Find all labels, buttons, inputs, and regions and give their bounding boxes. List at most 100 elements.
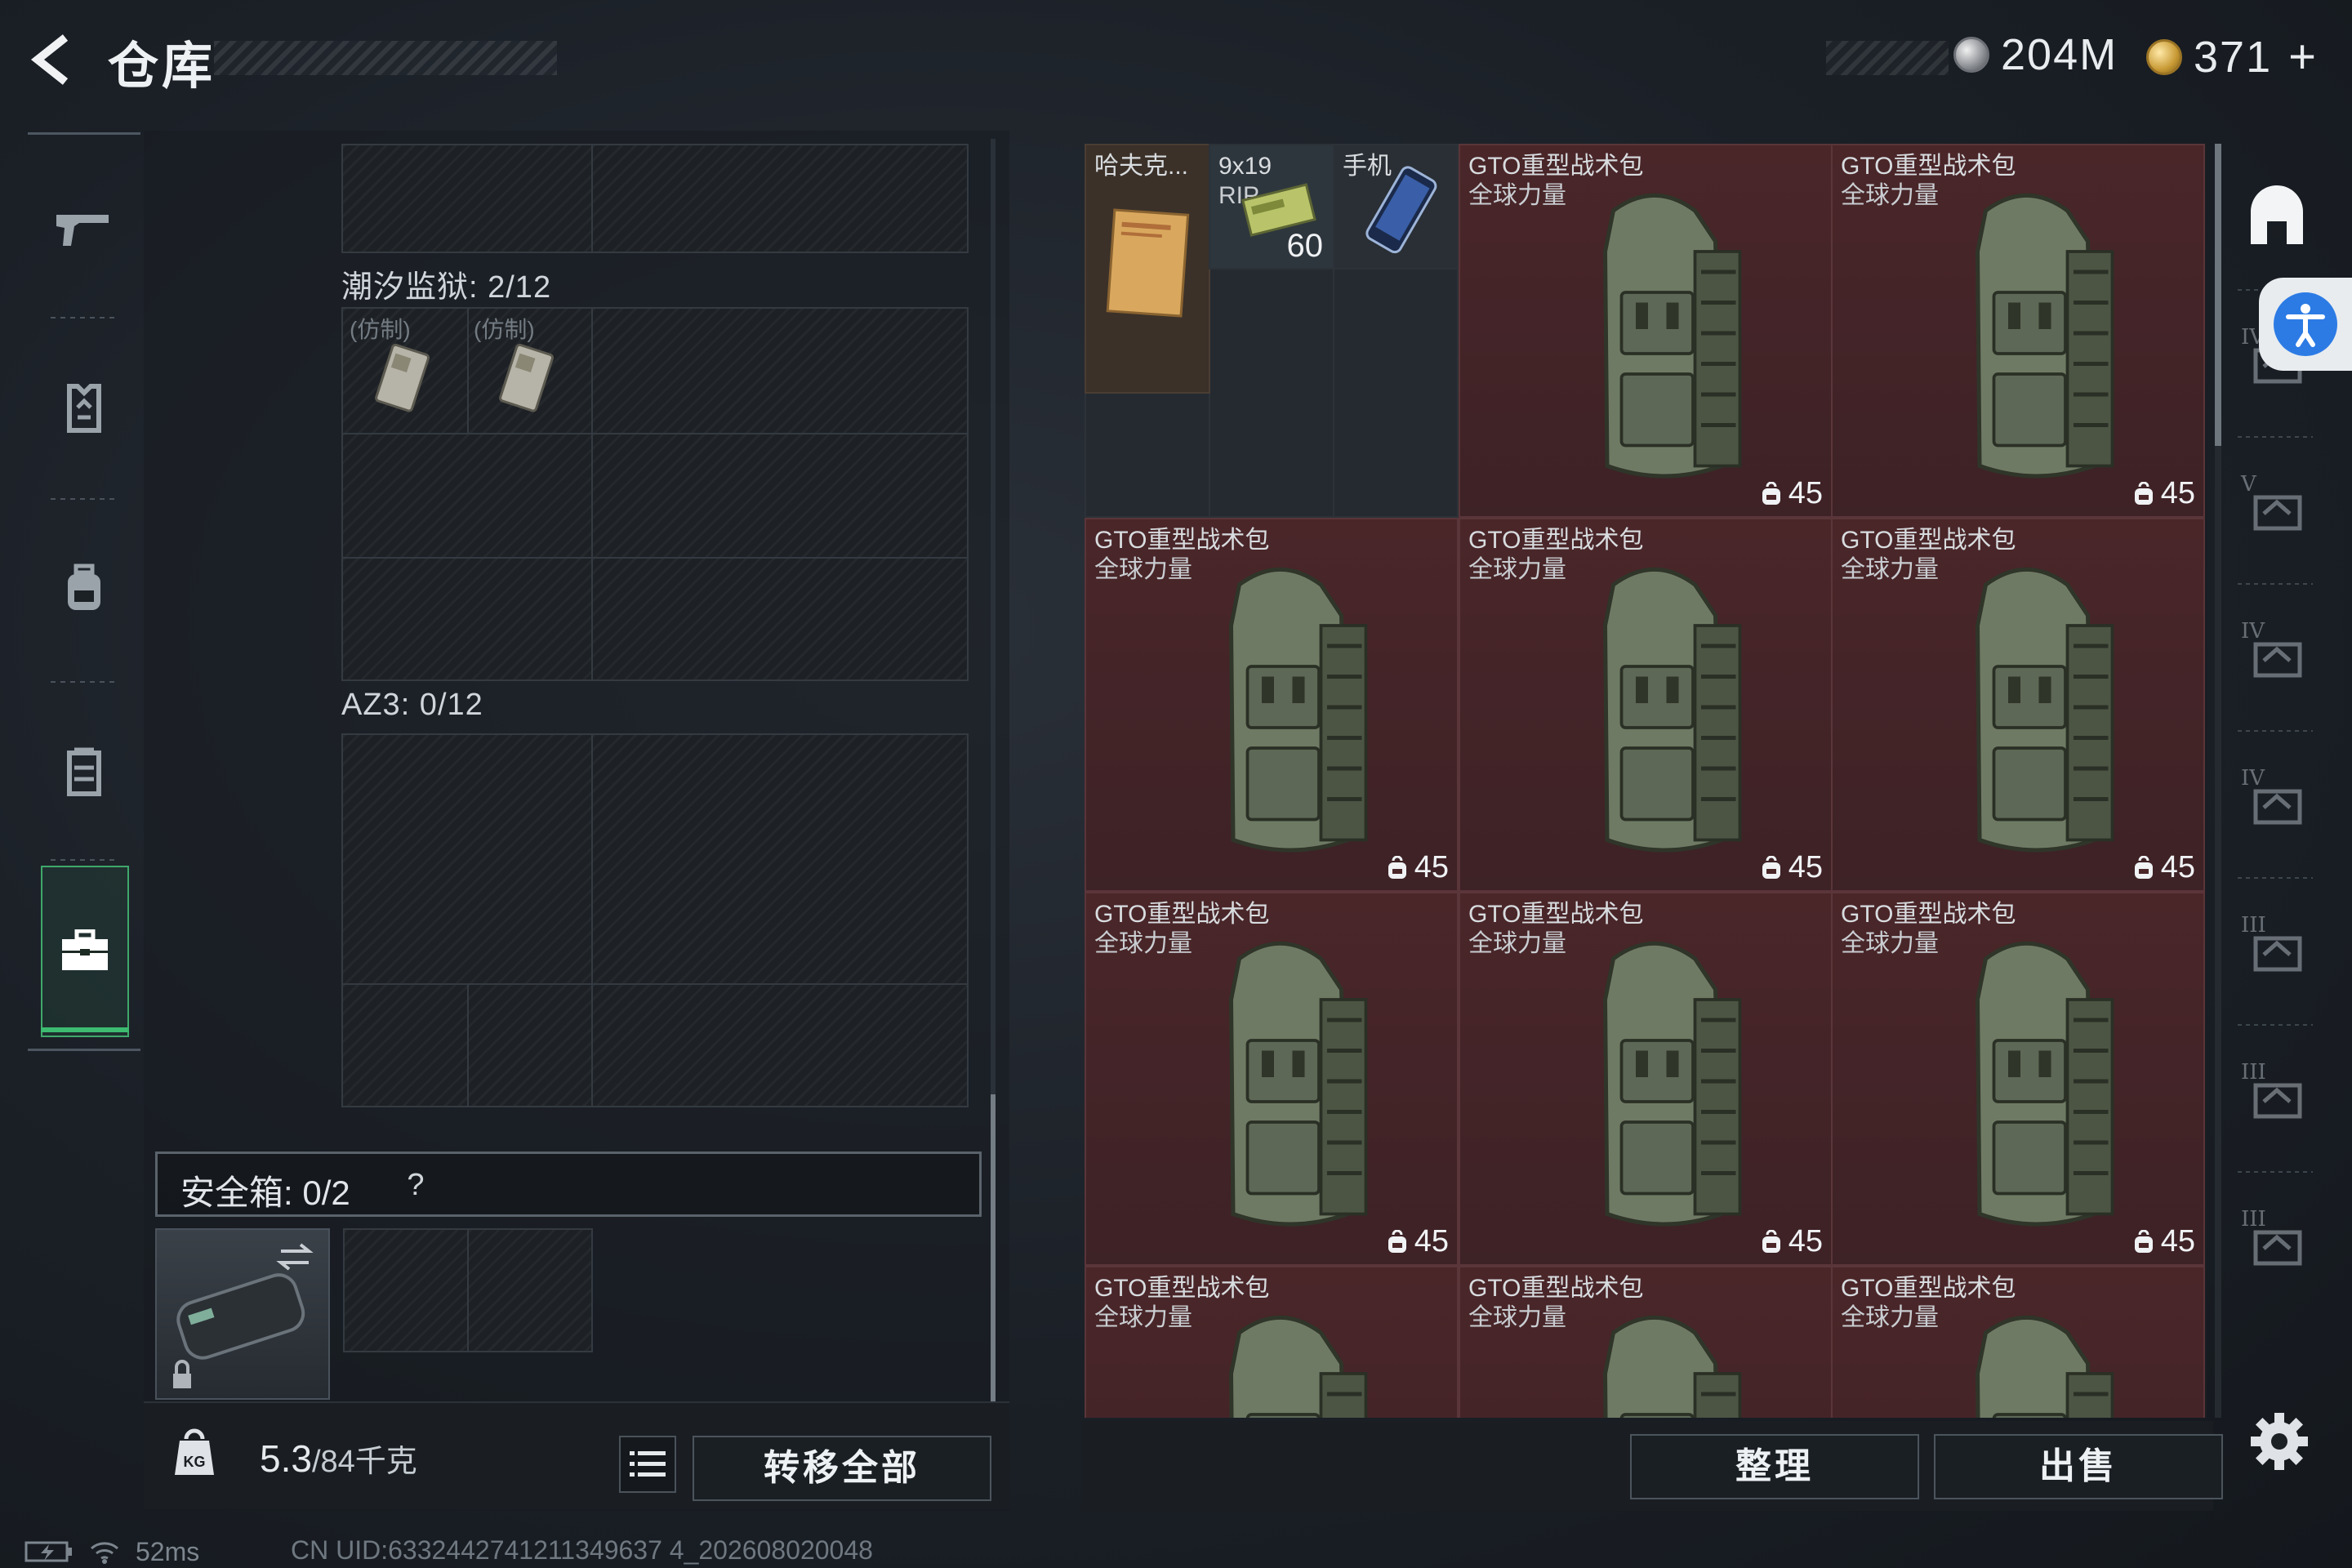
settings-button[interactable] (2243, 1405, 2316, 1478)
backpack-icon (1975, 1315, 2114, 1418)
phone-icon (1365, 166, 1437, 254)
weight-icon: KG (172, 1428, 217, 1482)
nav-item-backpack[interactable] (41, 506, 127, 670)
item-capacity: 45 (1761, 1224, 1823, 1259)
filter-tier-label: III (2241, 1060, 2266, 1085)
sell-button[interactable]: 出售 (1934, 1434, 2223, 1499)
stash-item-backpack[interactable]: GTO重型战术包 全球力量 (1831, 1266, 2205, 1418)
accessibility-button[interactable] (2259, 278, 2352, 371)
stash-item-backpack[interactable]: GTO重型战术包 全球力量 45 (1459, 518, 1833, 892)
inventory-item-replica[interactable]: (仿制) (469, 310, 591, 433)
capacity-value: 45 (2160, 1224, 2195, 1258)
filter-separator (2238, 1024, 2313, 1026)
back-button[interactable] (24, 31, 82, 88)
stash-item-backpack[interactable]: GTO重型战术包 全球力量 45 (1831, 144, 2205, 518)
vest-icon (67, 384, 101, 433)
backpack-icon (1602, 567, 1742, 853)
filter-vest-iii[interactable]: III (2241, 890, 2313, 1013)
backpack-icon (1975, 567, 2114, 853)
nav-item-rig[interactable] (41, 690, 127, 853)
safe-case-item[interactable] (155, 1228, 330, 1400)
container-label-az3: AZ3: 0/12 (341, 688, 483, 722)
weight-value: 5.3/84千克 (260, 1436, 417, 1481)
weight-current: 5.3 (260, 1437, 312, 1480)
filter-rig-iv[interactable]: IV (2241, 596, 2313, 719)
filter-vest-iii-b[interactable]: III (2241, 1037, 2313, 1160)
secure-case-icon (173, 1243, 314, 1388)
filter-tier-label: III (2241, 913, 2266, 938)
filter-separator (2238, 730, 2313, 732)
stash-item-backpack[interactable]: GTO重型战术包 全球力量 45 (1459, 892, 1833, 1266)
safe-box-help-button[interactable]: ? (394, 1164, 437, 1206)
empty-slot[interactable] (1209, 268, 1334, 518)
backpack-icon (1602, 941, 1742, 1227)
weight-bar: KG 5.3/84千克 转移全部 (144, 1401, 1009, 1509)
stash-actions: 整理 出售 (1081, 1421, 2223, 1511)
backpack-capacity-icon (1762, 481, 1780, 505)
accessibility-icon (2274, 292, 2337, 356)
backpack-icon (1228, 1315, 1368, 1418)
stash-item-ammo[interactable]: 9x19 RIP 60 (1209, 144, 1334, 270)
stash-item-backpack[interactable]: GTO重型战术包 全球力量 45 (1831, 892, 2205, 1266)
inventory-item-replica[interactable]: (仿制) (345, 310, 467, 433)
sort-button[interactable]: 整理 (1630, 1434, 1919, 1499)
stash-item-backpack[interactable]: GTO重型战术包 全球力量 45 (1085, 892, 1459, 1266)
briefcase-icon (62, 929, 108, 970)
backpack-capacity-icon (2134, 855, 2153, 879)
item-label: (仿制) (350, 317, 411, 342)
nav-separator (51, 317, 118, 318)
filter-separator (2238, 877, 2313, 879)
stash-item-backpack[interactable]: GTO重型战术包 全球力量 (1085, 1266, 1459, 1418)
nav-top-border (28, 132, 140, 135)
nav-bottom-border (28, 1049, 140, 1051)
filter-rig-iv-b[interactable]: IV (2241, 743, 2313, 866)
filter-vest-iii-c[interactable]: III (2241, 1184, 2313, 1307)
transfer-all-button[interactable]: 转移全部 (693, 1436, 991, 1501)
item-capacity: 45 (1761, 476, 1823, 511)
filter-home-storage[interactable] (2241, 155, 2313, 278)
stash-item-backpack[interactable]: GTO重型战术包 全球力量 45 (1459, 144, 1833, 518)
item-quantity: 60 (1286, 228, 1324, 264)
backpack-capacity-icon (1388, 1229, 1406, 1253)
stash-item-backpack[interactable]: GTO重型战术包 全球力量 45 (1831, 518, 2205, 892)
backpack-icon (1975, 193, 2114, 479)
empty-slot[interactable] (1085, 392, 1210, 518)
currency-gold: 371 + (2146, 29, 2318, 84)
item-capacity: 45 (2133, 476, 2195, 511)
title-decoration (214, 41, 557, 75)
gold-amount: 371 (2194, 32, 2273, 82)
stash-scrollbar-thumb[interactable] (2215, 144, 2221, 446)
nav-separator (51, 859, 118, 861)
filter-separator (2238, 1171, 2313, 1173)
nav-separator (51, 681, 118, 683)
add-currency-button[interactable]: + (2288, 29, 2318, 84)
container-grid-az3 (341, 733, 969, 1107)
empty-slot[interactable] (1333, 268, 1459, 518)
battery-icon (24, 1541, 72, 1562)
back-arrow-icon (30, 34, 69, 85)
item-capacity: 45 (1761, 850, 1823, 885)
backpack-capacity-icon (1388, 855, 1406, 879)
gun-icon (56, 215, 109, 246)
status-bar: 52ms (24, 1535, 199, 1568)
stash-item-backpack[interactable]: GTO重型战术包 全球力量 45 (1085, 518, 1459, 892)
list-icon (630, 1451, 666, 1477)
top-bar: 仓库 204M 371 + (0, 0, 2352, 122)
gold-coin-icon (2146, 38, 2182, 75)
stash-item-phone[interactable]: 手机 (1333, 144, 1459, 270)
stash-item-backpack[interactable]: GTO重型战术包 全球力量 (1459, 1266, 1833, 1418)
list-view-button[interactable] (619, 1436, 676, 1493)
nav-item-container-active[interactable] (41, 866, 129, 1037)
capacity-value: 45 (1414, 850, 1449, 884)
capacity-value: 45 (2160, 476, 2195, 510)
currency-decoration (1826, 41, 1949, 75)
nav-item-armor[interactable] (41, 327, 127, 490)
backpack-capacity-icon (1762, 855, 1780, 879)
safe-box-slots[interactable] (343, 1228, 593, 1352)
container-scrollbar-thumb[interactable] (991, 1094, 996, 1405)
nav-item-weapons[interactable] (41, 147, 127, 310)
filter-helmet-v[interactable]: V (2241, 449, 2313, 572)
container-grid-prison: (仿制) (仿制) (341, 307, 969, 681)
stash-item-document[interactable]: 哈夫克... (1085, 144, 1210, 394)
filter-tier-label: V (2241, 472, 2256, 497)
